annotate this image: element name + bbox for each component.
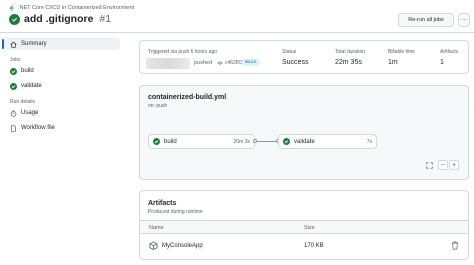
status-label: Status <box>282 49 297 55</box>
job-name: build <box>164 138 177 145</box>
billable-label: Billable time <box>388 49 415 55</box>
file-icon <box>11 124 16 132</box>
job-build[interactable]: build 20m 3s <box>148 134 255 149</box>
commit-link[interactable]: c462f03 <box>217 60 243 66</box>
job-duration: 20m 3s <box>233 138 250 145</box>
check-circle-icon <box>10 67 17 75</box>
branch-badge[interactable]: main <box>242 59 260 66</box>
artifacts-subtitle: Produced during runtime <box>148 209 203 215</box>
sidebar-item-usage[interactable]: Usage <box>4 107 120 119</box>
workflow-event: on: push <box>148 103 168 109</box>
run-summary-card: Triggered via push 6 hours ago pushed c4… <box>139 40 469 74</box>
artifact-name-link[interactable]: MyConsoleApp <box>162 243 203 249</box>
artifacts-card: Artifacts Produced during runtime Name S… <box>139 190 469 260</box>
avatar <box>146 58 190 69</box>
run-details-heading: Run details <box>10 99 36 105</box>
pushed-label: pushed <box>194 60 213 66</box>
sidebar-item-label: validate <box>21 83 42 89</box>
page-title: add .gitignore <box>24 13 94 25</box>
package-icon <box>149 241 158 250</box>
artifacts-table-header: Name Size <box>140 220 468 234</box>
sidebar-item-build[interactable]: build <box>4 65 120 77</box>
check-circle-icon <box>153 138 160 145</box>
jobs-heading: Jobs <box>10 57 21 63</box>
job-duration: 7s <box>366 138 372 145</box>
stopwatch-icon <box>10 109 17 117</box>
sidebar: Summary Jobs build validate Run details … <box>2 38 120 134</box>
sidebar-item-validate[interactable]: validate <box>4 80 120 92</box>
duration-value[interactable]: 22m 35s <box>335 59 362 66</box>
column-header-size: Size <box>304 225 315 231</box>
sidebar-item-summary[interactable]: Summary <box>2 38 120 50</box>
arrow-left-icon <box>9 5 15 11</box>
sidebar-item-workflow-file[interactable]: Workflow file <box>4 122 120 134</box>
status-value: Success <box>282 59 309 66</box>
run-number: #1 <box>99 13 112 25</box>
fullscreen-icon[interactable] <box>424 160 434 170</box>
check-circle-icon <box>283 138 290 145</box>
zoom-in-button[interactable]: + <box>449 160 459 170</box>
more-options-button[interactable]: ··· <box>458 13 470 27</box>
back-link[interactable]: .NET Core CI/CD in Containerized Environ… <box>9 5 134 11</box>
trigger-label: Triggered via push 6 hours ago <box>148 49 218 55</box>
connector-node <box>253 139 257 143</box>
workflow-graph-card: containerized-build.yml on: push build 2… <box>139 85 469 180</box>
check-circle-icon <box>10 82 17 90</box>
check-circle-icon <box>9 13 20 25</box>
job-connector <box>255 141 278 142</box>
back-link-label: .NET Core CI/CD in Containerized Environ… <box>18 5 135 11</box>
sidebar-item-label: Usage <box>21 110 39 116</box>
commit-sha: c462f03 <box>225 60 243 66</box>
home-icon <box>10 41 17 48</box>
run-title-row: add .gitignore #1 <box>9 13 111 25</box>
workflow-name: containerized-build.yml <box>148 94 227 101</box>
rerun-all-jobs-button[interactable]: Re-run all jobs <box>398 13 454 27</box>
job-name: validate <box>294 138 315 145</box>
commit-icon <box>217 61 223 65</box>
column-header-name: Name <box>149 225 164 231</box>
billable-value: 1m <box>388 59 398 66</box>
zoom-out-button[interactable]: − <box>438 160 448 170</box>
artifacts-count-value: 1 <box>440 59 444 66</box>
artifacts-count-label: Artifacts <box>440 49 459 55</box>
artifacts-title: Artifacts <box>148 200 177 207</box>
job-validate[interactable]: validate 7s <box>278 134 377 149</box>
trash-icon[interactable] <box>451 241 459 250</box>
sidebar-item-label: Workflow file <box>21 125 55 131</box>
artifact-size: 170 KB <box>304 243 324 249</box>
header-divider <box>0 32 474 33</box>
duration-label: Total duration <box>335 49 366 55</box>
sidebar-item-label: Summary <box>21 41 47 47</box>
sidebar-item-label: build <box>21 68 34 74</box>
